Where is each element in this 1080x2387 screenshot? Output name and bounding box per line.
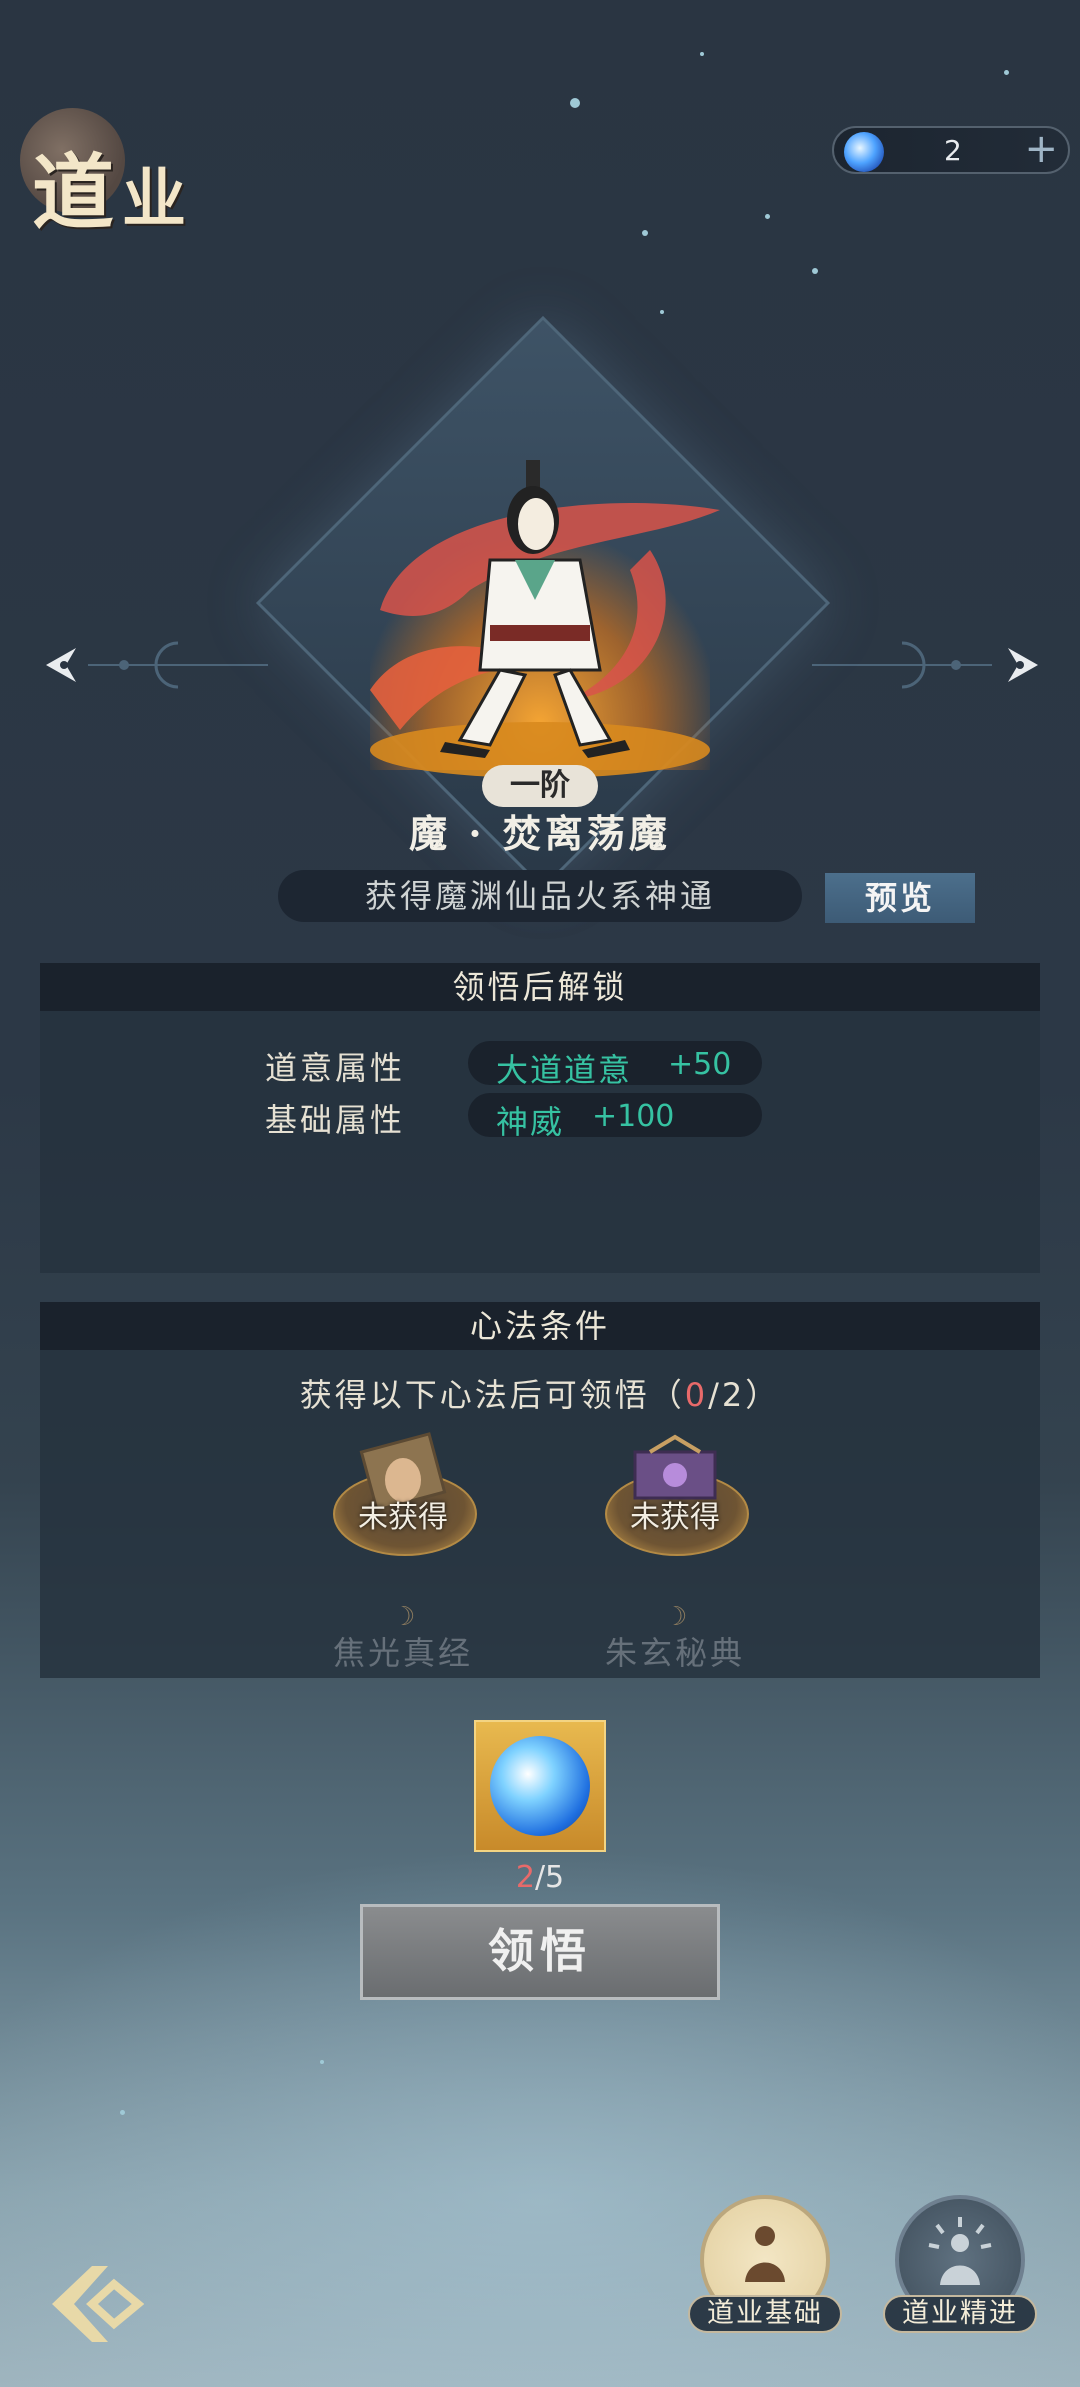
cost-count: 2/5 xyxy=(0,1860,1080,1895)
condition-prefix: 获得以下心法后可领悟（ xyxy=(299,1376,685,1414)
attr-row-dao-intent: 道意属性 大道道意 +50 xyxy=(40,1041,1040,1089)
add-currency-button[interactable]: + xyxy=(1024,126,1058,172)
attr-value: +50 xyxy=(668,1047,732,1082)
spirit-orb-icon xyxy=(844,132,884,172)
left-moon-decoration xyxy=(88,641,268,689)
condition-progress-total: /2 xyxy=(708,1376,746,1414)
condition-panel: 心法条件 获得以下心法后可领悟（0/2） 未获得 ☽ 焦光真经 未获得 ☽ 朱玄… xyxy=(40,1302,1040,1678)
dao-basic-label: 道业基础 xyxy=(688,2295,842,2333)
dao-basic-button[interactable]: 道业基础 xyxy=(688,2195,842,2333)
skill-name: 魔 · 焚离荡魔 xyxy=(409,811,671,856)
cost-owned: 2 xyxy=(515,1860,535,1895)
book-name: 焦光真经 xyxy=(332,1634,473,1672)
cost-required: /5 xyxy=(534,1860,565,1895)
spirit-orb-icon xyxy=(490,1736,590,1836)
unlock-panel-title: 领悟后解锁 xyxy=(40,963,1040,1011)
condition-progress-current: 0 xyxy=(684,1376,709,1414)
condition-panel-title: 心法条件 xyxy=(40,1302,1040,1350)
required-book-1[interactable]: 未获得 ☽ 焦光真经 xyxy=(328,1432,478,1672)
page-title: 道业 xyxy=(20,108,220,241)
dao-advance-label: 道业精进 xyxy=(883,2295,1037,2333)
book-status: 未获得 xyxy=(630,1500,720,1535)
sage-figure-icon xyxy=(745,2226,785,2282)
prev-skill-arrow-icon[interactable] xyxy=(36,640,86,690)
swordsman-fire-skill-art xyxy=(370,460,720,778)
skill-description: 获得魔渊仙品火系神通 xyxy=(278,870,802,922)
preview-button[interactable]: 预览 xyxy=(825,873,975,923)
attr-label: 基础属性 xyxy=(265,1101,406,1139)
currency-amount: 2 xyxy=(944,134,962,167)
attr-label: 道意属性 xyxy=(265,1049,406,1087)
attr-name: 神威 xyxy=(496,1103,565,1141)
unlock-panel: 领悟后解锁 道意属性 大道道意 +50 基础属性 神威 +100 xyxy=(40,963,1040,1273)
book-status: 未获得 xyxy=(358,1500,448,1535)
comprehend-button[interactable]: 领悟 xyxy=(360,1904,720,2000)
cost-item-slot[interactable] xyxy=(474,1720,606,1852)
dao-advance-button[interactable]: 道业精进 xyxy=(883,2195,1037,2333)
back-arrow-icon[interactable] xyxy=(48,2262,144,2346)
attr-value: +100 xyxy=(592,1099,675,1134)
attr-pill: 神威 +100 xyxy=(468,1093,762,1141)
condition-suffix: ） xyxy=(745,1376,781,1414)
currency-bar: 2 + xyxy=(832,126,1070,174)
book-name: 朱玄秘典 xyxy=(604,1634,745,1672)
right-moon-decoration xyxy=(812,641,992,689)
attr-name: 大道道意 xyxy=(496,1051,633,1089)
title-char-1: 道 xyxy=(32,145,123,241)
required-book-2[interactable]: 未获得 ☽ 朱玄秘典 xyxy=(600,1432,750,1672)
skill-rank-badge: 一阶 xyxy=(482,765,598,807)
title-char-2: 业 xyxy=(122,162,195,237)
next-skill-arrow-icon[interactable] xyxy=(998,640,1048,690)
attr-row-base: 基础属性 神威 +100 xyxy=(40,1093,1040,1141)
attr-pill: 大道道意 +50 xyxy=(468,1041,762,1089)
condition-text: 获得以下心法后可领悟（0/2） xyxy=(40,1370,1040,1416)
radiant-sage-icon xyxy=(928,2217,992,2285)
